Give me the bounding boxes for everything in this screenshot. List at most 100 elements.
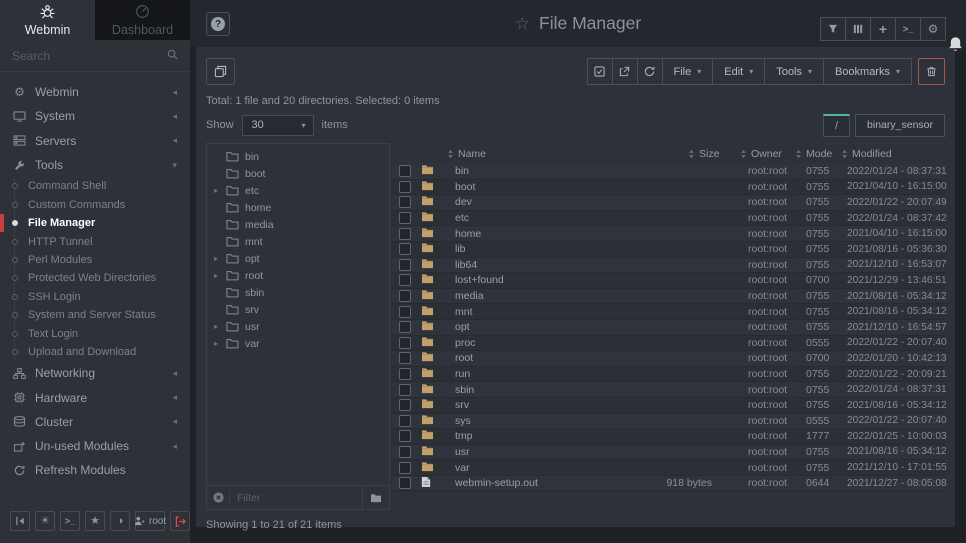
file-name[interactable]: mnt — [442, 306, 636, 318]
columns-button[interactable] — [845, 17, 871, 41]
settings-button[interactable]: ⚙ — [920, 17, 946, 41]
file-name[interactable]: home — [442, 228, 636, 240]
table-row-tmp[interactable]: tmproot:root17772022/01/25 - 10:00:03 — [392, 429, 945, 445]
table-row-root[interactable]: rootroot:root07002022/01/20 - 10:42:13 — [392, 351, 945, 367]
file-name[interactable]: boot — [442, 181, 636, 193]
row-checkbox[interactable] — [399, 228, 411, 240]
table-row-media[interactable]: mediaroot:root07552021/08/16 - 05:34:12 — [392, 289, 945, 305]
expand-arrow-icon[interactable]: ▸ — [214, 186, 226, 195]
tree-item-home[interactable]: home — [207, 199, 389, 216]
column-header-name[interactable]: Name — [442, 148, 636, 160]
collapse-sidebar-button[interactable] — [10, 511, 30, 531]
search-icon[interactable] — [167, 47, 178, 65]
file-name[interactable]: sys — [442, 415, 636, 427]
favorites-button[interactable]: ★ — [85, 511, 105, 531]
theme-button[interactable]: ◑ — [110, 511, 130, 531]
row-checkbox[interactable] — [399, 477, 411, 489]
tree-item-sbin[interactable]: sbin — [207, 284, 389, 301]
column-header-modified[interactable]: Modified — [833, 148, 945, 160]
table-row-lib[interactable]: libroot:root07552021/08/16 - 05:36:30 — [392, 242, 945, 258]
row-checkbox[interactable] — [399, 321, 411, 333]
sidebar-item-cluster[interactable]: Cluster◂ — [0, 410, 190, 434]
row-checkbox[interactable] — [399, 415, 411, 427]
column-header-mode[interactable]: Mode — [788, 148, 833, 160]
page-size-select[interactable]: 30 ▾ — [242, 115, 314, 136]
sidebar-item-servers[interactable]: Servers◂ — [0, 129, 190, 153]
sidebar-item-upload-and-download[interactable]: Upload and Download — [0, 343, 190, 361]
row-checkbox[interactable] — [399, 337, 411, 349]
favorite-star-icon[interactable]: ☆ — [515, 14, 530, 34]
file-name[interactable]: etc — [442, 212, 636, 224]
table-row-etc[interactable]: etcroot:root07552022/01/24 - 08:37:42 — [392, 211, 945, 227]
expand-arrow-icon[interactable]: ▸ — [214, 271, 226, 280]
sidebar-item-custom-commands[interactable]: Custom Commands — [0, 196, 190, 214]
edit-menu-button[interactable]: Edit ▾ — [712, 58, 765, 85]
sidebar-item-command-shell[interactable]: Command Shell — [0, 177, 190, 195]
tree-item-opt[interactable]: ▸opt — [207, 250, 389, 267]
row-checkbox[interactable] — [399, 306, 411, 318]
file-name[interactable]: proc — [442, 337, 636, 349]
file-name[interactable]: lost+found — [442, 274, 636, 286]
sidebar-item-system-and-server-status[interactable]: System and Server Status — [0, 306, 190, 324]
expand-arrow-icon[interactable]: ▸ — [214, 322, 226, 331]
table-row-var[interactable]: varroot:root07552021/12/10 - 17:01:55 — [392, 460, 945, 476]
tab-webmin[interactable]: Webmin — [0, 0, 95, 40]
row-checkbox[interactable] — [399, 181, 411, 193]
file-name[interactable]: run — [442, 368, 636, 380]
row-checkbox[interactable] — [399, 259, 411, 271]
sidebar-item-http-tunnel[interactable]: HTTP Tunnel — [0, 232, 190, 250]
shell-button[interactable]: >_ — [60, 511, 80, 531]
table-row-lost-found[interactable]: lost+foundroot:root07002021/12/29 - 13:4… — [392, 273, 945, 289]
breadcrumb-root-button[interactable]: / — [823, 114, 850, 137]
row-checkbox[interactable] — [399, 165, 411, 177]
row-checkbox[interactable] — [399, 290, 411, 302]
tree-item-bin[interactable]: bin — [207, 148, 389, 165]
sidebar-item-ssh-login[interactable]: SSH Login — [0, 288, 190, 306]
tree-folder-button[interactable] — [362, 486, 389, 509]
bookmarks-menu-button[interactable]: Bookmarks ▾ — [823, 58, 912, 85]
tree-item-media[interactable]: media — [207, 216, 389, 233]
help-button[interactable]: ? — [206, 12, 230, 36]
tree-item-root[interactable]: ▸root — [207, 267, 389, 284]
table-row-sbin[interactable]: sbinroot:root07552022/01/24 - 08:37:31 — [392, 382, 945, 398]
column-header-size[interactable]: Size — [636, 148, 718, 160]
table-row-run[interactable]: runroot:root07552022/01/22 - 20:09:21 — [392, 367, 945, 383]
table-row-proc[interactable]: procroot:root05552022/01/22 - 20:07:40 — [392, 336, 945, 352]
clear-filter-icon[interactable] — [213, 492, 224, 503]
table-row-mnt[interactable]: mntroot:root07552021/08/16 - 05:34:12 — [392, 304, 945, 320]
file-name[interactable]: tmp — [442, 430, 636, 442]
row-checkbox[interactable] — [399, 274, 411, 286]
export-button[interactable] — [612, 58, 638, 85]
file-menu-button[interactable]: File ▾ — [662, 58, 714, 85]
file-name[interactable]: media — [442, 290, 636, 302]
sidebar-item-protected-web-directories[interactable]: Protected Web Directories — [0, 269, 190, 287]
file-name[interactable]: opt — [442, 321, 636, 333]
create-button[interactable]: + — [870, 17, 896, 41]
row-checkbox[interactable] — [399, 430, 411, 442]
row-checkbox[interactable] — [399, 462, 411, 474]
delete-button[interactable] — [918, 58, 945, 85]
table-row-sys[interactable]: sysroot:root05552022/01/22 - 20:07:40 — [392, 414, 945, 430]
table-row-opt[interactable]: optroot:root07552021/12/10 - 16:54:57 — [392, 320, 945, 336]
file-name[interactable]: bin — [442, 165, 636, 177]
terminal-button[interactable]: >_ — [895, 17, 921, 41]
file-name[interactable]: lib64 — [442, 259, 636, 271]
tree-item-boot[interactable]: boot — [207, 165, 389, 182]
row-checkbox[interactable] — [399, 212, 411, 224]
sidebar-item-tools[interactable]: Tools▾ — [0, 153, 190, 177]
sidebar-item-hardware[interactable]: Hardware◂ — [0, 385, 190, 409]
table-row-usr[interactable]: usrroot:root07552021/08/16 - 05:34:12 — [392, 445, 945, 461]
logout-button[interactable] — [170, 511, 190, 531]
row-checkbox[interactable] — [399, 446, 411, 458]
file-name[interactable]: lib — [442, 243, 636, 255]
table-row-bin[interactable]: binroot:root07552022/01/24 - 08:37:31 — [392, 164, 945, 180]
row-checkbox[interactable] — [399, 352, 411, 364]
tools-menu-button[interactable]: Tools ▾ — [764, 58, 824, 85]
notification-bell-icon[interactable] — [948, 36, 963, 58]
tree-item-var[interactable]: ▸var — [207, 335, 389, 352]
sidebar-item-file-manager[interactable]: File Manager — [0, 214, 190, 232]
row-checkbox[interactable] — [399, 196, 411, 208]
table-row-lib64[interactable]: lib64root:root07552021/12/10 - 16:53:07 — [392, 258, 945, 274]
sidebar-item-perl-modules[interactable]: Perl Modules — [0, 251, 190, 269]
tree-item-mnt[interactable]: mnt — [207, 233, 389, 250]
